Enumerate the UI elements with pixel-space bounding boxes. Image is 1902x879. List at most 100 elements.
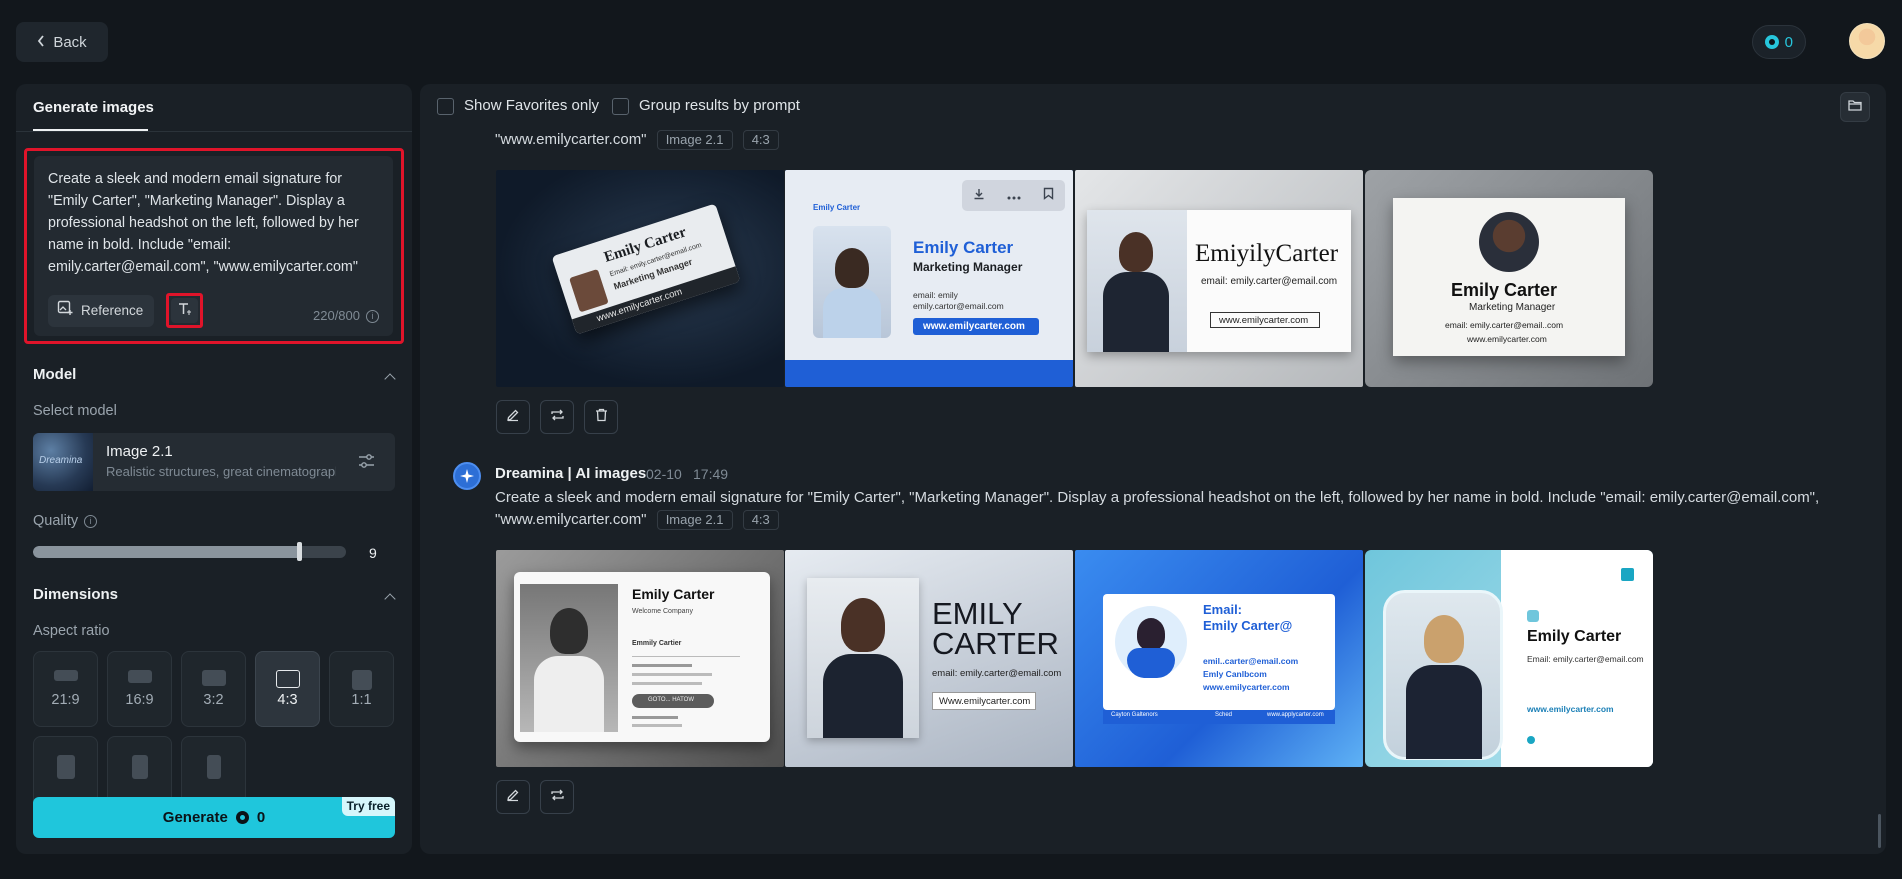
prompt-line-1: Create a sleek and modern email signatur… — [495, 489, 1820, 506]
aspect-label: 3:2 — [203, 692, 224, 708]
back-label: Back — [53, 33, 87, 51]
image-hover-toolbar — [962, 180, 1065, 211]
result-image[interactable]: EMILY CARTER email: emily.carter@email.c… — [785, 550, 1073, 767]
message-date: 02-10 — [646, 466, 682, 482]
ratio-shape-icon — [351, 670, 372, 690]
aspect-1-1-button[interactable]: 1:1 — [329, 651, 394, 727]
reference-label: Reference — [81, 303, 144, 318]
ratio-shape-icon — [53, 670, 78, 681]
ratio-shape-icon — [127, 670, 152, 683]
prompt-text[interactable]: Create a sleek and modern email signatur… — [48, 168, 379, 278]
dreamina-logo-icon — [453, 462, 481, 490]
ratio-shape-icon — [206, 755, 221, 779]
download-icon[interactable] — [973, 187, 985, 205]
aspect-ratio-label: Aspect ratio — [33, 623, 110, 639]
model-selector[interactable]: Dreamina Image 2.1 Realistic structures,… — [33, 433, 395, 491]
char-count-text: 220/800 — [313, 308, 360, 323]
repeat-icon — [550, 788, 565, 807]
scrollbar[interactable] — [1878, 814, 1881, 848]
back-button[interactable]: Back — [16, 22, 108, 62]
ratio-shape-icon — [56, 755, 75, 779]
aspect-label: 16:9 — [125, 692, 154, 708]
result-image[interactable]: Emily Carter Marketing Manager email: em… — [1365, 170, 1653, 387]
chevron-up-icon[interactable] — [384, 593, 396, 605]
show-favorites-label[interactable]: Show Favorites only — [464, 97, 599, 114]
reference-button[interactable]: Reference — [48, 295, 154, 327]
aspect-16-9-button[interactable]: 16:9 — [107, 651, 172, 727]
user-avatar[interactable] — [1849, 23, 1885, 59]
ratio-shape-icon — [275, 670, 300, 688]
ratio-tag: 4:3 — [742, 510, 779, 531]
edit-button[interactable] — [496, 780, 530, 814]
pencil-icon — [506, 408, 520, 427]
results-panel: Show Favorites only Group results by pro… — [420, 84, 1886, 854]
aspect-label: 1:1 — [351, 692, 372, 708]
show-favorites-checkbox[interactable] — [437, 98, 454, 115]
prompt-input[interactable]: Create a sleek and modern email signatur… — [34, 156, 393, 336]
result-image[interactable]: Emily Carter Welcome Company Emmily Cart… — [496, 550, 784, 767]
aspect-label: 4:3 — [277, 692, 298, 708]
select-model-label: Select model — [33, 403, 117, 419]
chevron-left-icon — [37, 34, 45, 51]
pencil-icon — [506, 788, 520, 807]
text-style-button[interactable] — [171, 298, 198, 323]
generate-label: Generate — [162, 809, 228, 826]
model-tag: Image 2.1 — [656, 130, 733, 151]
group-by-prompt-label[interactable]: Group results by prompt — [639, 97, 800, 114]
credits-badge[interactable]: 0 — [1751, 25, 1806, 59]
prompt-line-2: "www.emilycarter.com" — [495, 511, 647, 528]
generate-cost: 0 — [256, 809, 266, 826]
tab-generate-images[interactable]: Generate images — [33, 99, 154, 116]
chevron-up-icon[interactable] — [384, 373, 396, 385]
generate-button[interactable]: Generate 0 Try free — [33, 797, 395, 838]
text-style-icon — [178, 300, 192, 322]
ratio-shape-icon — [131, 755, 148, 779]
quality-slider-handle[interactable] — [297, 542, 303, 561]
char-count: 220/800 i — [313, 305, 379, 327]
add-image-icon — [57, 300, 73, 323]
group1-prompt: "www.emilycarter.com" Image 2.1 4:3 — [495, 129, 779, 151]
credits-count: 0 — [1784, 33, 1793, 51]
regenerate-button[interactable] — [540, 780, 574, 814]
ratio-shape-icon — [201, 670, 226, 686]
result-image[interactable]: Emily Carter Email: emily.carter@email.c… — [1365, 550, 1653, 767]
aspect-21-9-button[interactable]: 21:9 — [33, 651, 98, 727]
quality-fill — [33, 546, 300, 558]
credit-coin-icon — [1764, 35, 1779, 49]
model-description: Realistic structures, great cinematograp… — [106, 464, 336, 479]
prompt-tail: "www.emilycarter.com" — [495, 131, 647, 148]
message-time: 17:49 — [693, 466, 729, 482]
bookmark-icon[interactable] — [1043, 187, 1054, 205]
more-icon[interactable] — [1007, 187, 1021, 205]
info-icon[interactable]: i — [366, 309, 379, 323]
quality-label: Quality — [33, 513, 79, 529]
regenerate-button[interactable] — [540, 400, 574, 434]
model-section-title: Model — [33, 366, 77, 383]
dimensions-section-title: Dimensions — [33, 586, 119, 603]
folder-button[interactable] — [1840, 92, 1870, 122]
group2-prompt: Create a sleek and modern email signatur… — [495, 487, 1885, 531]
model-tag: Image 2.1 — [656, 510, 733, 531]
divider — [16, 131, 412, 132]
repeat-icon — [550, 408, 565, 427]
text-style-button-highlight — [166, 293, 203, 328]
folder-icon — [1848, 98, 1862, 116]
ratio-tag: 4:3 — [742, 130, 779, 151]
model-thumbnail: Dreamina — [33, 433, 93, 491]
info-icon[interactable]: i — [84, 514, 98, 528]
prompt-box-highlight: Create a sleek and modern email signatur… — [24, 148, 404, 344]
group-by-prompt-checkbox[interactable] — [612, 98, 629, 115]
result-image[interactable]: EmiyilyCarter email: emily.carter@email.… — [1075, 170, 1363, 387]
try-free-badge: Try free — [341, 797, 395, 816]
settings-sliders-icon[interactable] — [358, 453, 375, 469]
trash-icon — [595, 408, 608, 427]
edit-button[interactable] — [496, 400, 530, 434]
aspect-3-2-button[interactable]: 3:2 — [181, 651, 246, 727]
aspect-4-3-button[interactable]: 4:3 — [255, 651, 320, 727]
model-name: Image 2.1 — [106, 443, 173, 460]
result-image[interactable]: Email: Emily Carter@ emil..carter@email.… — [1075, 550, 1363, 767]
result-image[interactable]: Emily Carter Email: emily.carter@email.c… — [496, 170, 784, 387]
delete-button[interactable] — [584, 400, 618, 434]
generate-panel: Generate images Create a sleek and moder… — [16, 84, 412, 854]
aspect-label: 21:9 — [51, 692, 80, 708]
